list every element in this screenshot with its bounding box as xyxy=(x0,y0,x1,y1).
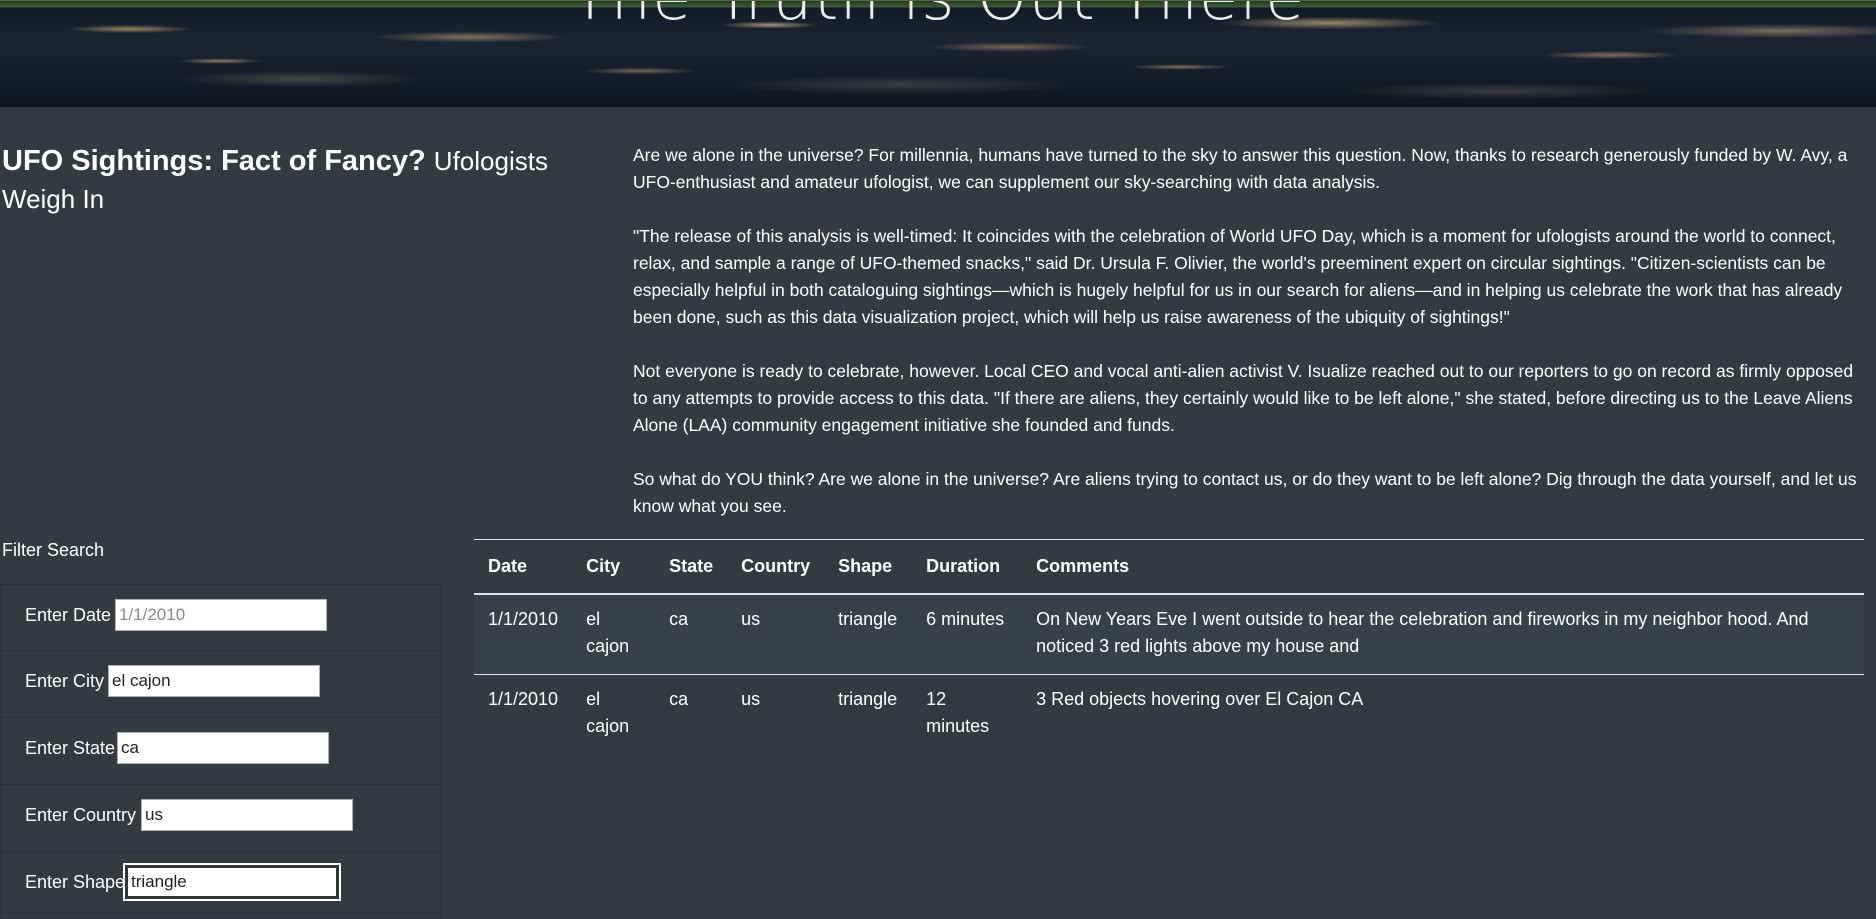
column-header-country: Country xyxy=(727,539,825,595)
table-header-row: Date City State Country Shape Duration C… xyxy=(474,539,1864,595)
column-header-date: Date xyxy=(474,539,573,595)
article-paragraph: "The release of this analysis is well-ti… xyxy=(633,226,1843,327)
ufo-sightings-table: Date City State Country Shape Duration C… xyxy=(474,539,1864,754)
column-header-city: City xyxy=(572,539,656,595)
filter-search-heading: Filter Search xyxy=(2,540,105,560)
filter-item-country: Enter Country xyxy=(0,785,441,852)
filter-item-state: Enter State xyxy=(0,718,441,785)
cell-city: el cajon xyxy=(572,674,656,754)
shape-label: Enter Shape xyxy=(25,872,126,892)
state-label: Enter State xyxy=(25,738,116,758)
column-header-comments: Comments xyxy=(1022,539,1864,595)
table-row: 1/1/2010 el cajon ca us triangle 12 minu… xyxy=(474,674,1864,754)
cell-comments: 3 Red objects hovering over El Cajon CA xyxy=(1022,674,1864,754)
article-paragraph: Not everyone is ready to celebrate, howe… xyxy=(633,361,1854,435)
cell-comments: On New Years Eve I went outside to hear … xyxy=(1036,609,1809,656)
cell-country: us xyxy=(727,674,825,754)
country-input[interactable] xyxy=(141,799,353,831)
city-label: Enter City xyxy=(25,671,105,691)
hero-title: The Truth is Out There xyxy=(0,1,1876,35)
cell-duration: 6 minutes xyxy=(926,609,1005,629)
cell-state: ca xyxy=(655,674,728,754)
city-input[interactable] xyxy=(108,665,320,697)
article-paragraph: Are we alone in the universe? For millen… xyxy=(633,145,1848,192)
column-header-state: State xyxy=(655,539,728,595)
state-input[interactable] xyxy=(117,732,329,764)
cell-city: el cajon xyxy=(586,609,630,656)
cell-date: 1/1/2010 xyxy=(474,674,573,754)
cell-state: ca xyxy=(669,609,689,629)
cell-duration: 12 minutes xyxy=(912,674,1023,754)
cell-shape: triangle xyxy=(838,609,898,629)
date-input[interactable] xyxy=(115,599,327,631)
article-body: Are we alone in the universe? For millen… xyxy=(633,142,1863,547)
date-label: Enter Date xyxy=(25,605,112,625)
column-header-duration: Duration xyxy=(912,539,1023,595)
column-header-shape: Shape xyxy=(824,539,913,595)
filter-item-city: Enter City xyxy=(0,651,441,718)
filter-list: Enter Date Enter City Enter State Enter … xyxy=(0,584,441,919)
page-title: UFO Sightings: Fact of Fancy? Ufologists… xyxy=(2,142,562,218)
cell-shape: triangle xyxy=(824,674,913,754)
shape-input[interactable] xyxy=(123,863,341,901)
filter-item-shape: Enter Shape xyxy=(0,852,441,919)
filter-item-date: Enter Date xyxy=(0,584,441,651)
page-title-main: UFO Sightings: Fact of Fancy? xyxy=(2,145,426,177)
hero-banner: The Truth is Out There xyxy=(0,0,1876,107)
cell-country: us xyxy=(741,609,761,629)
cell-date: 1/1/2010 xyxy=(488,609,559,629)
table-row: 1/1/2010 el cajon ca us triangle 6 minut… xyxy=(474,594,1864,675)
article-paragraph: So what do YOU think? Are we alone in th… xyxy=(633,469,1857,516)
country-label: Enter Country xyxy=(25,805,137,825)
